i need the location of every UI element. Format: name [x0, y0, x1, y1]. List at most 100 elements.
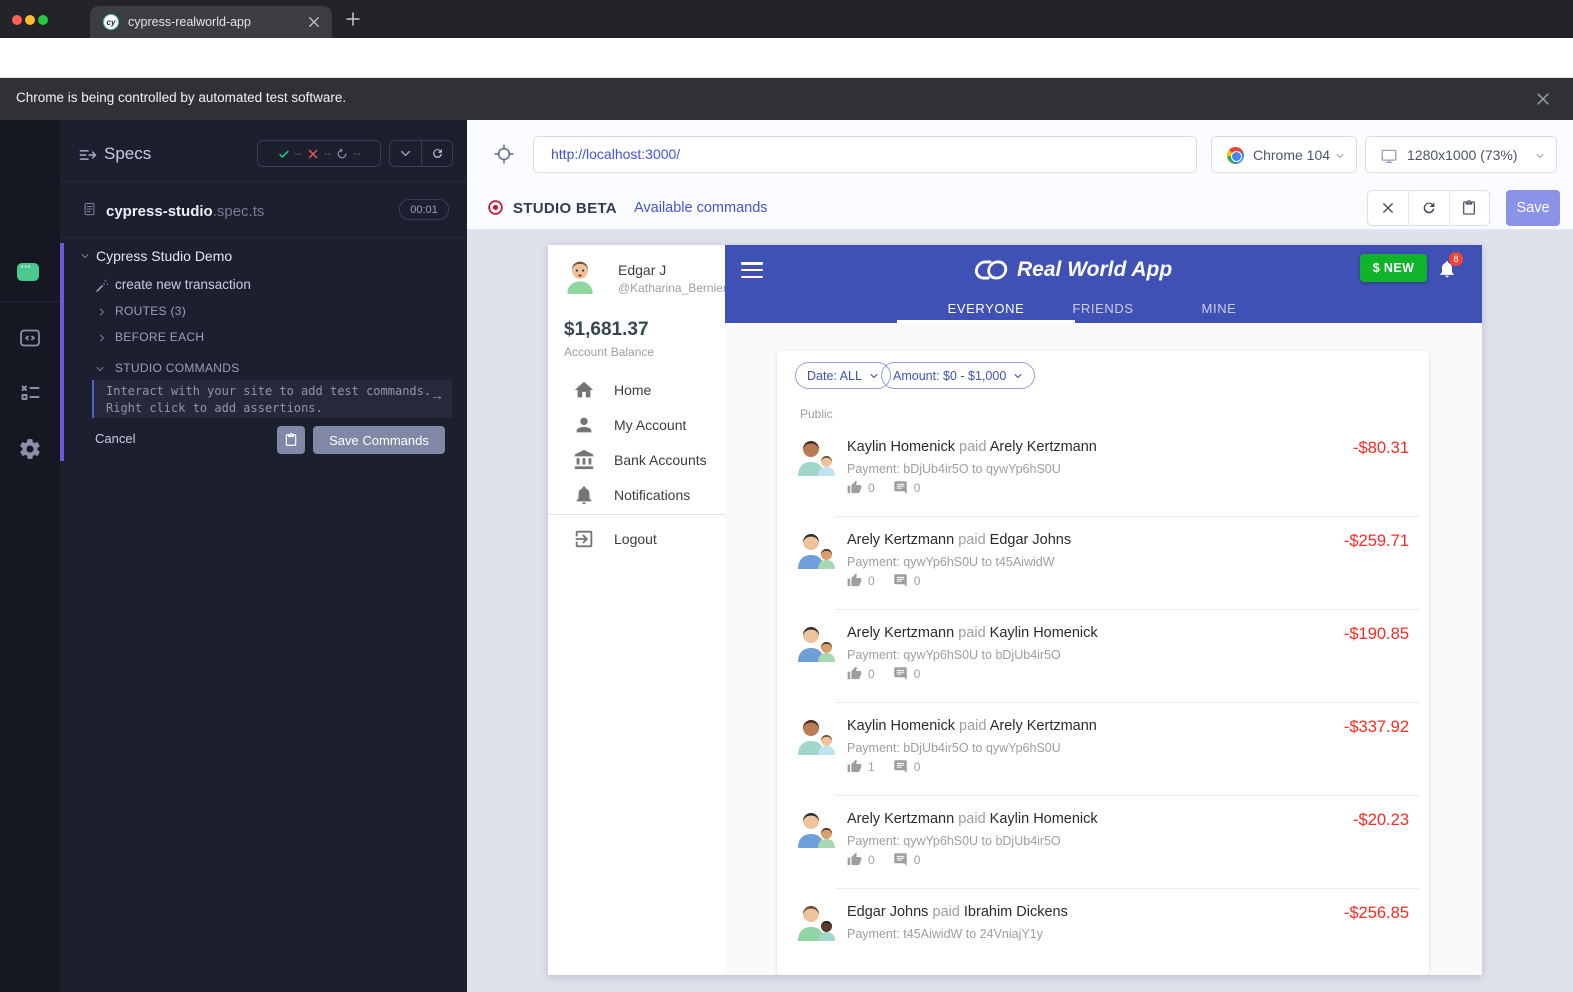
transaction-avatar [795, 622, 835, 662]
automation-banner: Chrome is being controlled by automated … [0, 78, 1573, 120]
studio-copy-icon[interactable] [1449, 191, 1489, 225]
sidebar-item-my-account[interactable]: My Account [548, 412, 725, 446]
browser-tab[interactable]: cy cypress-realworld-app [90, 6, 332, 38]
specs-explorer-icon[interactable] [17, 326, 43, 350]
pending-count: -- [353, 148, 360, 160]
transaction-detail: Payment: qywYp6hS0U to t45AiwidW [847, 555, 1055, 569]
transaction-list: Kaylin Homenick paid Arely Kertzmann Pay… [777, 424, 1429, 975]
like-count: 0 [868, 481, 875, 495]
routes-chevron-right-icon[interactable] [97, 307, 107, 317]
studio-beta-label: STUDIO BETA [513, 200, 617, 217]
sidebar-item-bank-accounts[interactable]: Bank Accounts [548, 447, 725, 481]
amount-filter-chip[interactable]: Amount: $0 - $1,000 [881, 362, 1035, 389]
transaction-row[interactable]: Arely Kertzmann paid Edgar Johns Payment… [777, 517, 1429, 610]
spec-file-icon [82, 200, 97, 218]
comment-count: 0 [914, 667, 921, 681]
comment-icon[interactable] [893, 759, 908, 774]
browser-selector[interactable]: Chrome 104 [1211, 136, 1357, 173]
bank-icon [573, 449, 595, 471]
transaction-action: paid [958, 625, 989, 641]
viewport-selector[interactable]: 1280x1000 (73%) [1365, 136, 1557, 173]
suite-title[interactable]: Cypress Studio Demo [96, 248, 232, 264]
before-each-section[interactable]: BEFORE EACH [115, 330, 204, 344]
thumbs-up-icon[interactable] [847, 666, 862, 681]
tab-friends[interactable]: FRIENDS [1047, 296, 1159, 320]
transactions-card: Date: ALL Amount: $0 - $1,000 Public Kay… [777, 351, 1429, 975]
new-transaction-button[interactable]: $ NEW [1360, 254, 1427, 282]
banner-close-icon[interactable] [1534, 90, 1552, 108]
transaction-action: paid [959, 439, 990, 455]
sidebar-item-notifications[interactable]: Notifications [548, 482, 725, 516]
test-title[interactable]: create new transaction [115, 277, 251, 292]
comment-icon[interactable] [893, 666, 908, 681]
transaction-action: paid [932, 904, 963, 920]
receiver-name: Arely Kertzmann [990, 718, 1097, 734]
comment-icon[interactable] [893, 480, 908, 495]
studio-close-icon[interactable] [1368, 191, 1408, 225]
transaction-row[interactable]: Kaylin Homenick paid Arely Kertzmann Pay… [777, 703, 1429, 796]
sender-name: Arely Kertzmann [847, 532, 954, 548]
aut-url-bar[interactable]: http://localhost:3000/ [533, 136, 1197, 173]
studio-chevron-down-icon[interactable] [95, 364, 105, 374]
routes-section[interactable]: ROUTES (3) [115, 304, 186, 318]
sidebar-item-logout[interactable]: Logout [548, 526, 725, 560]
logout-icon [573, 528, 595, 550]
runner-header: http://localhost:3000/ Chrome 104 1280x1… [467, 120, 1573, 230]
date-filter-chip[interactable]: Date: ALL [795, 362, 891, 389]
cancel-button[interactable]: Cancel [95, 431, 135, 446]
studio-save-button[interactable]: Save [1506, 190, 1560, 226]
pending-circle-icon [336, 148, 348, 160]
selector-playground-icon[interactable] [489, 139, 519, 169]
comment-icon[interactable] [893, 852, 908, 867]
transaction-row[interactable]: Kaylin Homenick paid Arely Kertzmann Pay… [777, 424, 1429, 517]
app-logo[interactable]: Real World App [975, 258, 1172, 282]
studio-commands-section[interactable]: STUDIO COMMANDS [115, 361, 240, 375]
viewport-icon [1380, 147, 1398, 165]
thumbs-up-icon[interactable] [847, 759, 862, 774]
tab-close-icon[interactable] [306, 14, 322, 30]
hamburger-menu-icon[interactable] [741, 262, 763, 278]
receiver-name: Arely Kertzmann [990, 439, 1097, 455]
transaction-row[interactable]: Arely Kertzmann paid Kaylin Homenick Pay… [777, 610, 1429, 703]
specs-list-icon[interactable] [78, 145, 98, 165]
collapse-chevron-icon[interactable] [390, 141, 421, 166]
comment-count: 0 [914, 853, 921, 867]
transaction-detail: Payment: qywYp6hS0U to bDjUb4ir5O [847, 648, 1061, 662]
save-commands-button[interactable]: Save Commands [313, 426, 445, 454]
user-name: Edgar J [618, 262, 666, 278]
new-tab-icon[interactable] [344, 10, 362, 28]
tab-mine[interactable]: MINE [1163, 296, 1275, 320]
thumbs-up-icon[interactable] [847, 852, 862, 867]
transaction-row[interactable]: Arely Kertzmann paid Kaylin Homenick Pay… [777, 796, 1429, 889]
transaction-row[interactable]: Edgar Johns paid Ibrahim Dickens Payment… [777, 889, 1429, 975]
app-navbar: Real World App $ NEW 8 EVERYONE FRIENDS … [725, 245, 1482, 323]
thumbs-up-icon[interactable] [847, 480, 862, 495]
rerun-icon[interactable] [421, 141, 452, 166]
transaction-social: 0 0 [847, 480, 932, 495]
sidebar-item-home[interactable]: Home [548, 377, 725, 411]
suite-chevron-down-icon[interactable] [80, 251, 90, 261]
macos-minimize-button[interactable] [25, 15, 35, 25]
transaction-social: 0 0 [847, 573, 932, 588]
transaction-detail: Payment: bDjUb4ir5O to qywYp6hS0U [847, 462, 1061, 476]
macos-close-button[interactable] [12, 15, 22, 25]
viewport-chevron-icon [1535, 151, 1545, 161]
beforeeach-chevron-right-icon[interactable] [97, 333, 107, 343]
spec-file-name[interactable]: cypress-studio.spec.ts [106, 203, 264, 220]
transaction-title: Arely Kertzmann paid Kaylin Homenick [847, 625, 1098, 641]
copy-commands-button[interactable] [277, 426, 305, 454]
macos-zoom-button[interactable] [38, 15, 48, 25]
thumbs-up-icon[interactable] [847, 573, 862, 588]
active-tab-underline [897, 320, 1075, 323]
available-commands-link[interactable]: Available commands [634, 200, 768, 216]
transaction-avatar [795, 808, 835, 848]
comment-icon[interactable] [893, 573, 908, 588]
studio-restart-icon[interactable] [1408, 191, 1448, 225]
browser-select-icon[interactable]: ••• [17, 263, 43, 285]
transaction-title: Kaylin Homenick paid Arely Kertzmann [847, 718, 1097, 734]
account-balance: $1,681.37 [564, 319, 649, 341]
settings-gear-icon[interactable] [17, 437, 43, 461]
list-visibility-label: Public [800, 407, 833, 421]
test-results-icon[interactable] [17, 381, 43, 405]
comment-count: 0 [914, 760, 921, 774]
